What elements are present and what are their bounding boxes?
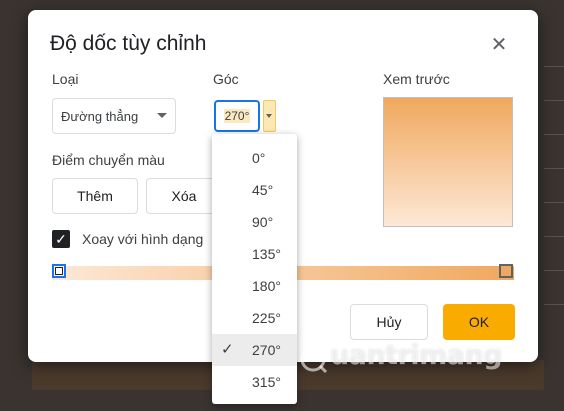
- ok-button[interactable]: OK: [443, 304, 515, 340]
- gradient-stop-start[interactable]: [52, 264, 66, 278]
- background-gridline: [544, 236, 564, 237]
- background-gridline: [544, 66, 564, 67]
- cancel-button[interactable]: Hủy: [350, 304, 428, 340]
- angle-option-label: 180°: [252, 278, 281, 294]
- angle-option-135[interactable]: 135°: [212, 238, 297, 270]
- angle-option-45[interactable]: 45°: [212, 174, 297, 206]
- rotate-with-shape-label: Xoay với hình dạng: [82, 231, 204, 247]
- background-gridline: [544, 168, 564, 169]
- rotate-with-shape-checkbox[interactable]: ✓: [52, 230, 70, 248]
- angle-label: Góc: [213, 71, 239, 87]
- angle-input[interactable]: 270°: [214, 100, 260, 132]
- background-gridline: [544, 134, 564, 135]
- watermark-text: uantrimang: [330, 340, 503, 371]
- background-gridline: [544, 202, 564, 203]
- background-gridline: [544, 100, 564, 101]
- angle-option-label: 315°: [252, 374, 281, 390]
- gradient-preview: [383, 97, 513, 227]
- chevron-down-icon: [266, 114, 272, 118]
- add-stop-button[interactable]: Thêm: [52, 178, 138, 214]
- angle-option-label: 270°: [252, 342, 281, 358]
- type-select[interactable]: Đường thẳng: [52, 98, 176, 134]
- gradient-stop-end[interactable]: [499, 264, 513, 278]
- angle-option-label: 45°: [252, 182, 274, 198]
- watermark-logo-icon: [300, 346, 328, 374]
- angle-option-270[interactable]: ✓ 270°: [212, 334, 297, 366]
- angle-input-value: 270°: [223, 109, 251, 123]
- angle-option-90[interactable]: 90°: [212, 206, 297, 238]
- close-icon[interactable]: ✕: [486, 32, 512, 58]
- angle-option-label: 225°: [252, 310, 281, 326]
- angle-option-label: 0°: [252, 150, 266, 166]
- checkmark-icon: ✓: [221, 341, 234, 358]
- angle-option-315[interactable]: 315°: [212, 366, 297, 398]
- angle-dropdown-button[interactable]: [263, 100, 276, 132]
- preview-label: Xem trước: [383, 71, 450, 87]
- gradient-stops-label: Điểm chuyển màu: [52, 152, 165, 168]
- angle-option-225[interactable]: 225°: [212, 302, 297, 334]
- type-label: Loại: [52, 71, 79, 87]
- delete-stop-button[interactable]: Xóa: [146, 178, 222, 214]
- dialog-title: Độ dốc tùy chỉnh: [50, 32, 207, 55]
- background-gridline: [544, 270, 564, 271]
- angle-option-label: 135°: [252, 246, 281, 262]
- type-select-value: Đường thẳng: [61, 108, 139, 124]
- angle-option-label: 90°: [252, 214, 274, 230]
- background-gridline: [544, 304, 564, 305]
- chevron-down-icon: [157, 113, 167, 118]
- angle-option-0[interactable]: 0°: [212, 142, 297, 174]
- angle-option-180[interactable]: 180°: [212, 270, 297, 302]
- angle-menu: 0° 45° 90° 135° 180° 225° ✓ 270° 315°: [212, 134, 297, 404]
